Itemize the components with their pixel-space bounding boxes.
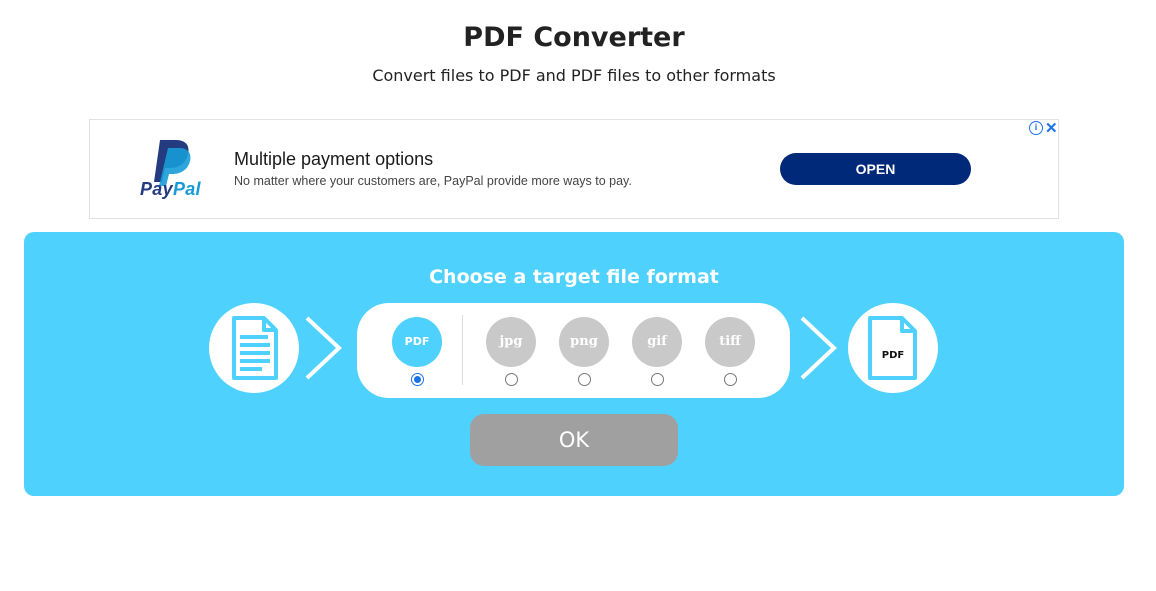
format-png-badge[interactable]: png (559, 317, 609, 367)
ad-open-button[interactable]: OPEN (780, 153, 971, 185)
format-option-gif[interactable]: gif (632, 317, 682, 386)
converter-heading: Choose a target file format (429, 266, 719, 288)
ad-close-icon[interactable]: ✕ (1045, 119, 1058, 137)
chevron-right-icon (305, 316, 342, 380)
format-option-png[interactable]: png (559, 317, 609, 386)
format-jpg-badge[interactable]: jpg (486, 317, 536, 367)
format-gif-badge[interactable]: gif (632, 317, 682, 367)
format-png-radio[interactable] (577, 373, 591, 386)
converter-panel: Choose a target file format PDF jpg png (24, 232, 1124, 496)
format-tiff-badge[interactable]: tiff (705, 317, 755, 367)
format-divider (462, 315, 463, 385)
format-jpg-radio[interactable] (504, 373, 518, 386)
target-pdf-file-icon: PDF (848, 303, 938, 393)
ok-button[interactable]: OK (470, 414, 678, 466)
source-document-icon (209, 303, 299, 393)
format-gif-radio[interactable] (650, 373, 664, 386)
page-subtitle: Convert files to PDF and PDF files to ot… (372, 66, 776, 85)
target-file-label: PDF (882, 350, 904, 361)
ad-headline[interactable]: Multiple payment options (234, 149, 433, 170)
format-option-tiff[interactable]: tiff (705, 317, 755, 386)
format-selector: PDF jpg png gif tiff (357, 303, 790, 398)
format-pdf-badge[interactable]: PDF (392, 317, 442, 367)
ad-info-icon[interactable]: i (1029, 121, 1043, 135)
format-option-pdf[interactable]: PDF (392, 317, 442, 386)
ad-body-text[interactable]: No matter where your customers are, PayP… (234, 174, 632, 188)
page-title: PDF Converter (463, 22, 685, 53)
format-tiff-radio[interactable] (723, 373, 737, 386)
format-pdf-radio[interactable] (410, 373, 424, 386)
chevron-right-icon (800, 316, 837, 380)
format-option-jpg[interactable]: jpg (486, 317, 536, 386)
paypal-wordmark: PayPal (140, 179, 201, 199)
ad-banner[interactable]: PayPal Multiple payment options No matte… (89, 119, 1059, 219)
